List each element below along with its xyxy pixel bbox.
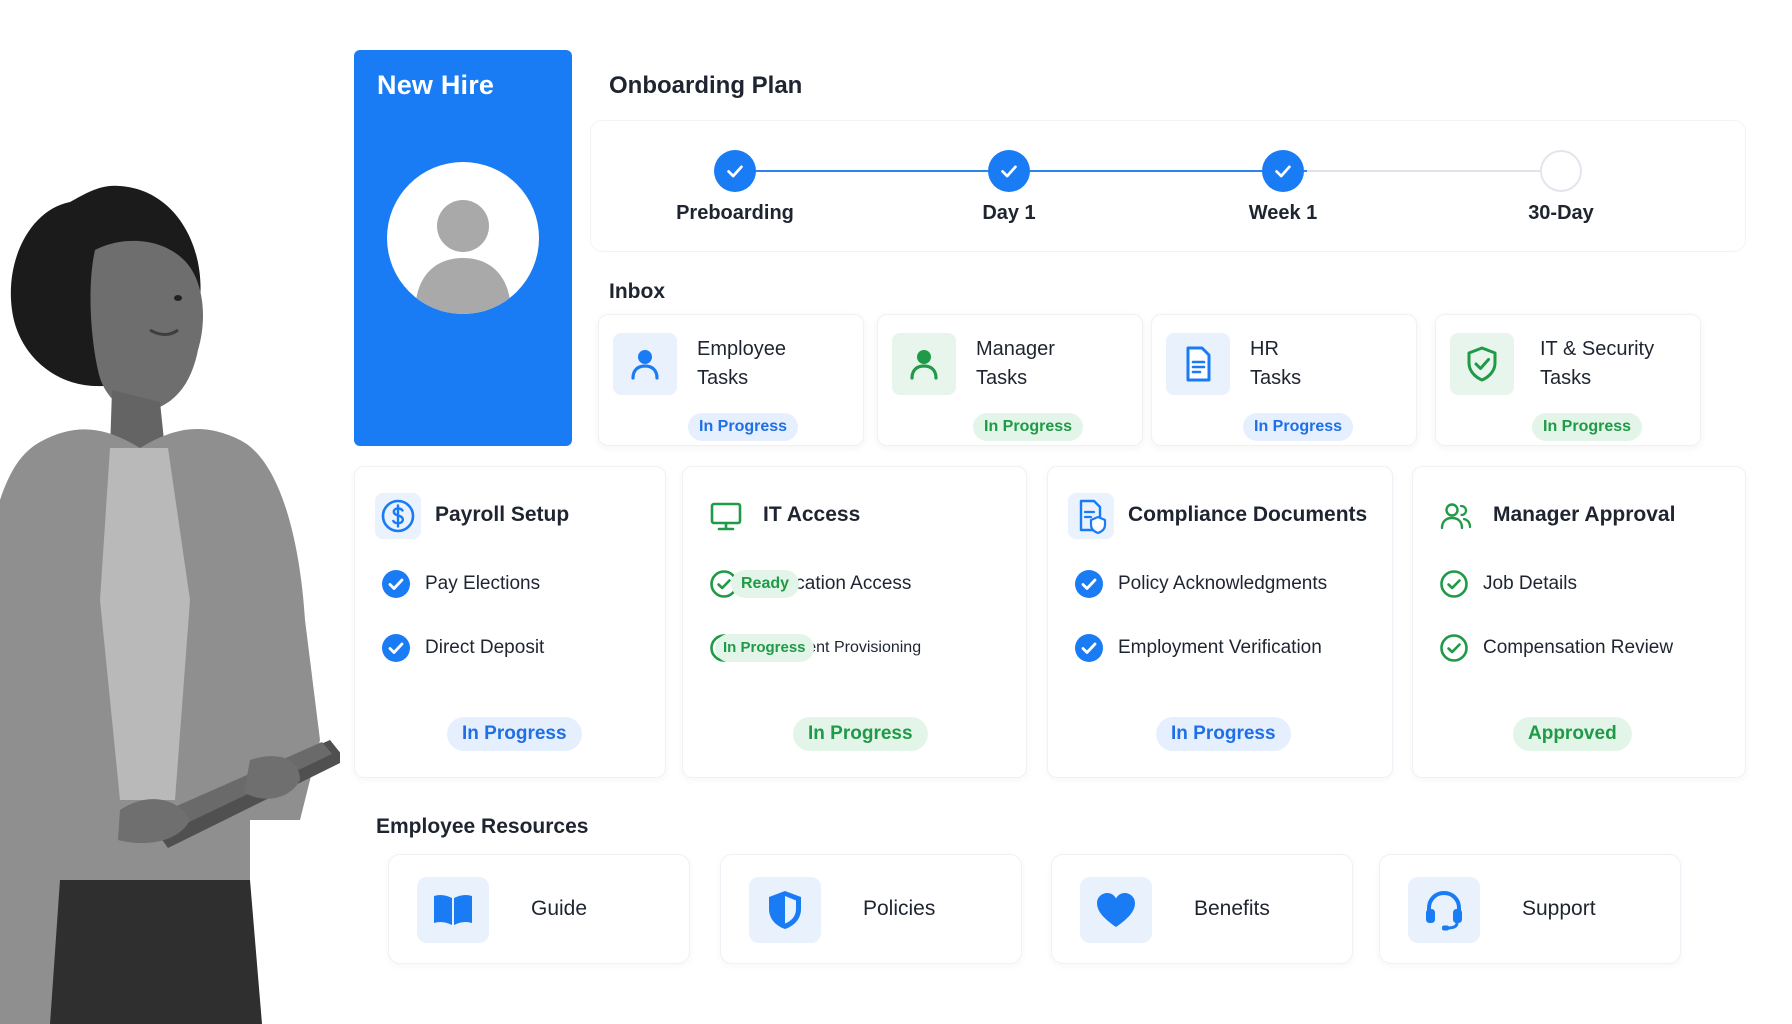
inbox-card-hr-tasks[interactable]: HR Tasks In Progress xyxy=(1151,314,1417,446)
task-card-manager-approval[interactable]: Manager Approval Job Details Compensatio… xyxy=(1412,466,1746,778)
task-item-label: Compensation Review xyxy=(1483,637,1674,658)
check-circle-icon xyxy=(381,633,411,663)
status-badge: In Progress xyxy=(688,413,799,441)
step-label-30day: 30-Day xyxy=(1528,202,1594,224)
task-item-label: Direct Deposit xyxy=(425,637,545,658)
check-circle-icon xyxy=(381,569,411,599)
inbox-title: Inbox xyxy=(609,280,665,303)
inbox-card-it-security-tasks[interactable]: IT & Security Tasks In Progress xyxy=(1435,314,1701,446)
step-day1-check-icon[interactable] xyxy=(988,150,1030,192)
step-label-week1: Week 1 xyxy=(1248,202,1318,224)
new-hire-card[interactable]: New Hire xyxy=(354,50,572,446)
check-circle-outline-icon xyxy=(1439,569,1469,599)
inbox-card-label: IT & Security Tasks xyxy=(1540,338,1655,389)
employee-illustration xyxy=(0,185,340,1024)
step-label-preboarding: Preboarding xyxy=(676,202,794,224)
new-hire-title: New Hire xyxy=(377,70,495,100)
headset-icon xyxy=(1408,877,1480,943)
heart-icon xyxy=(1080,877,1152,943)
resource-label: Guide xyxy=(531,897,588,920)
onboarding-plan-title: Onboarding Plan xyxy=(609,72,803,99)
task-item-equipment-provisioning[interactable]: Equipment Provisioning In Progress xyxy=(709,633,921,663)
task-item-application-access[interactable]: Application Access Ready xyxy=(709,569,911,599)
check-circle-icon xyxy=(1074,569,1104,599)
avatar xyxy=(387,162,539,314)
dollar-icon xyxy=(375,493,421,539)
status-badge: In Progress xyxy=(1156,717,1291,751)
status-badge: In Progress xyxy=(793,717,928,751)
inbox-card-label: Manager Tasks xyxy=(976,338,1055,389)
task-item-label: Policy Acknowledgments xyxy=(1118,573,1328,594)
resource-label: Support xyxy=(1522,897,1596,920)
task-card-title: Manager Approval xyxy=(1493,503,1676,526)
task-item-employment-verification[interactable]: Employment Verification xyxy=(1074,633,1322,663)
task-item-policy-acknowledgments[interactable]: Policy Acknowledgments xyxy=(1074,569,1327,599)
task-item-label: Job Details xyxy=(1483,573,1577,594)
monitor-icon xyxy=(703,493,749,539)
status-badge: In Progress xyxy=(1243,413,1354,441)
status-badge: In Progress xyxy=(447,717,582,751)
status-badge: In Progress xyxy=(1532,413,1643,441)
task-card-compliance-documents[interactable]: Compliance Documents Policy Acknowledgme… xyxy=(1047,466,1393,778)
task-card-it-access[interactable]: IT Access Application Access Ready Equip… xyxy=(682,466,1027,778)
resource-card-policies[interactable]: Policies xyxy=(720,854,1022,964)
task-card-title: Compliance Documents xyxy=(1128,503,1368,526)
task-item-label: Employment Verification xyxy=(1118,637,1322,658)
status-badge: In Progress xyxy=(973,413,1084,441)
task-card-title: Payroll Setup xyxy=(435,503,570,526)
inbox-card-label: HR Tasks xyxy=(1250,338,1302,389)
task-item-compensation-review[interactable]: Compensation Review xyxy=(1439,633,1673,663)
resource-card-guide[interactable]: Guide xyxy=(388,854,690,964)
shield-icon xyxy=(749,877,821,943)
step-label-day1: Day 1 xyxy=(982,202,1036,224)
resource-label: Policies xyxy=(863,897,936,920)
task-card-title: IT Access xyxy=(763,503,861,526)
status-badge: Approved xyxy=(1513,717,1632,751)
progress-track-remaining xyxy=(1307,170,1561,172)
person-icon xyxy=(892,333,956,395)
inbox-card-employee-tasks[interactable]: Employee Tasks In Progress xyxy=(598,314,864,446)
task-item-label: Pay Elections xyxy=(425,573,541,594)
document-icon xyxy=(1166,333,1230,395)
book-icon xyxy=(417,877,489,943)
avatar-placeholder-icon xyxy=(415,200,511,314)
task-item-job-details[interactable]: Job Details xyxy=(1439,569,1577,599)
check-circle-icon xyxy=(1074,633,1104,663)
resource-label: Benefits xyxy=(1194,897,1270,920)
task-card-payroll-setup[interactable]: Payroll Setup Pay Elections Direct Depos… xyxy=(354,466,666,778)
users-icon xyxy=(1433,493,1479,539)
step-preboarding-check-icon[interactable] xyxy=(714,150,756,192)
document-shield-icon xyxy=(1068,493,1114,539)
inbox-card-label: Employee Tasks xyxy=(697,338,786,389)
step-week1-check-icon[interactable] xyxy=(1262,150,1304,192)
inbox-card-manager-tasks[interactable]: Manager Tasks In Progress xyxy=(877,314,1143,446)
employee-resources-title: Employee Resources xyxy=(376,815,589,838)
check-circle-outline-icon xyxy=(1439,633,1469,663)
status-badge: Ready xyxy=(731,570,800,598)
status-badge: In Progress xyxy=(715,634,814,662)
step-30day-circle-icon[interactable] xyxy=(1540,150,1582,192)
person-icon xyxy=(613,333,677,395)
resource-card-support[interactable]: Support xyxy=(1379,854,1681,964)
task-item-direct-deposit[interactable]: Direct Deposit xyxy=(381,633,544,663)
shield-check-icon xyxy=(1450,333,1514,395)
task-item-pay-elections[interactable]: Pay Elections xyxy=(381,569,540,599)
resource-card-benefits[interactable]: Benefits xyxy=(1051,854,1353,964)
